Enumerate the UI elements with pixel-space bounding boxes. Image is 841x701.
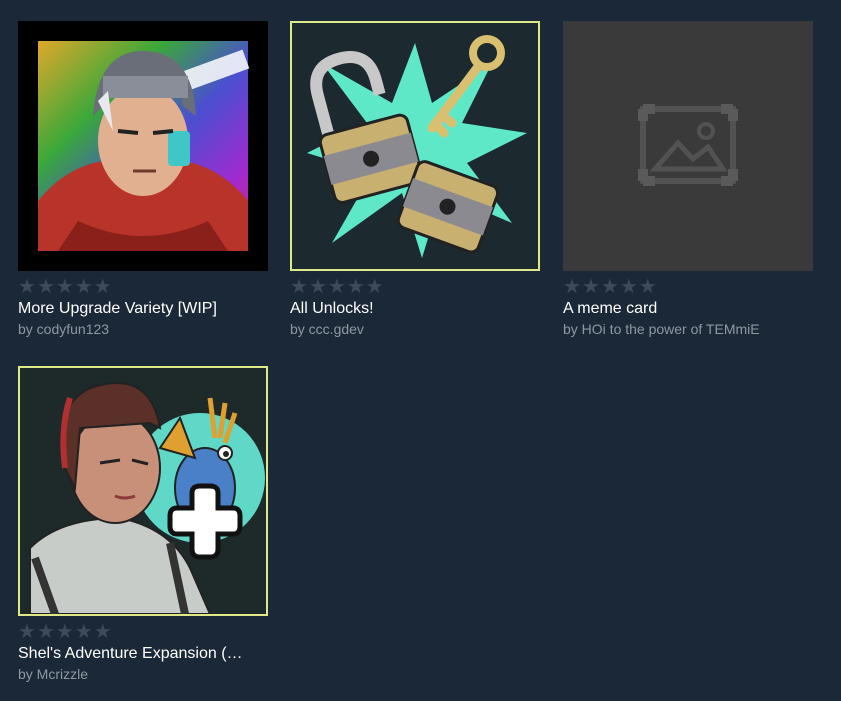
star-empty-icon: ★ xyxy=(563,274,581,298)
image-placeholder-icon xyxy=(563,21,813,271)
shel-and-bird-image xyxy=(20,368,266,614)
rating-stars: ★ ★ ★ ★ ★ xyxy=(290,275,540,297)
item-title[interactable]: A meme card xyxy=(563,300,813,318)
item-thumbnail[interactable] xyxy=(290,21,540,271)
item-thumbnail[interactable] xyxy=(18,21,268,271)
item-author[interactable]: by codyfun123 xyxy=(18,321,268,337)
star-empty-icon: ★ xyxy=(290,274,308,298)
star-empty-icon: ★ xyxy=(18,619,36,643)
star-empty-icon: ★ xyxy=(638,274,657,298)
star-empty-icon: ★ xyxy=(581,274,600,298)
star-empty-icon: ★ xyxy=(308,274,327,298)
padlocks-and-key-image xyxy=(292,23,538,269)
item-thumbnail[interactable] xyxy=(563,21,813,271)
star-empty-icon: ★ xyxy=(346,274,365,298)
star-empty-icon: ★ xyxy=(55,619,74,643)
rating-stars: ★ ★ ★ ★ ★ xyxy=(563,275,813,297)
item-title[interactable]: Shel's Adventure Expansion (… xyxy=(18,645,268,663)
star-empty-icon: ★ xyxy=(619,274,638,298)
workshop-item-card[interactable]: ★ ★ ★ ★ ★ A meme card by HOi to the powe… xyxy=(563,21,813,337)
rating-stars: ★ ★ ★ ★ ★ xyxy=(18,275,268,297)
workshop-item-card[interactable]: ★ ★ ★ ★ ★ Shel's Adventure Expansion (… … xyxy=(18,366,268,682)
star-empty-icon: ★ xyxy=(55,274,74,298)
star-empty-icon: ★ xyxy=(93,274,112,298)
workshop-grid: ★ ★ ★ ★ ★ More Upgrade Variety [WIP] by … xyxy=(0,0,841,701)
item-author[interactable]: by ccc.gdev xyxy=(290,321,540,337)
star-empty-icon: ★ xyxy=(36,619,55,643)
item-author[interactable]: by HOi to the power of TEMmiE xyxy=(563,321,813,337)
item-title[interactable]: All Unlocks! xyxy=(290,300,540,318)
star-empty-icon: ★ xyxy=(18,274,36,298)
star-empty-icon: ★ xyxy=(600,274,619,298)
item-thumbnail[interactable] xyxy=(18,366,268,616)
star-empty-icon: ★ xyxy=(36,274,55,298)
workshop-item-card[interactable]: ★ ★ ★ ★ ★ All Unlocks! by ccc.gdev xyxy=(290,21,540,337)
item-author[interactable]: by Mcrizzle xyxy=(18,666,268,682)
hero-portrait-image xyxy=(18,21,268,271)
star-empty-icon: ★ xyxy=(74,274,93,298)
star-empty-icon: ★ xyxy=(327,274,346,298)
star-empty-icon: ★ xyxy=(365,274,384,298)
star-empty-icon: ★ xyxy=(93,619,112,643)
rating-stars: ★ ★ ★ ★ ★ xyxy=(18,620,268,642)
star-empty-icon: ★ xyxy=(74,619,93,643)
workshop-item-card[interactable]: ★ ★ ★ ★ ★ More Upgrade Variety [WIP] by … xyxy=(18,21,268,337)
item-title[interactable]: More Upgrade Variety [WIP] xyxy=(18,300,268,318)
